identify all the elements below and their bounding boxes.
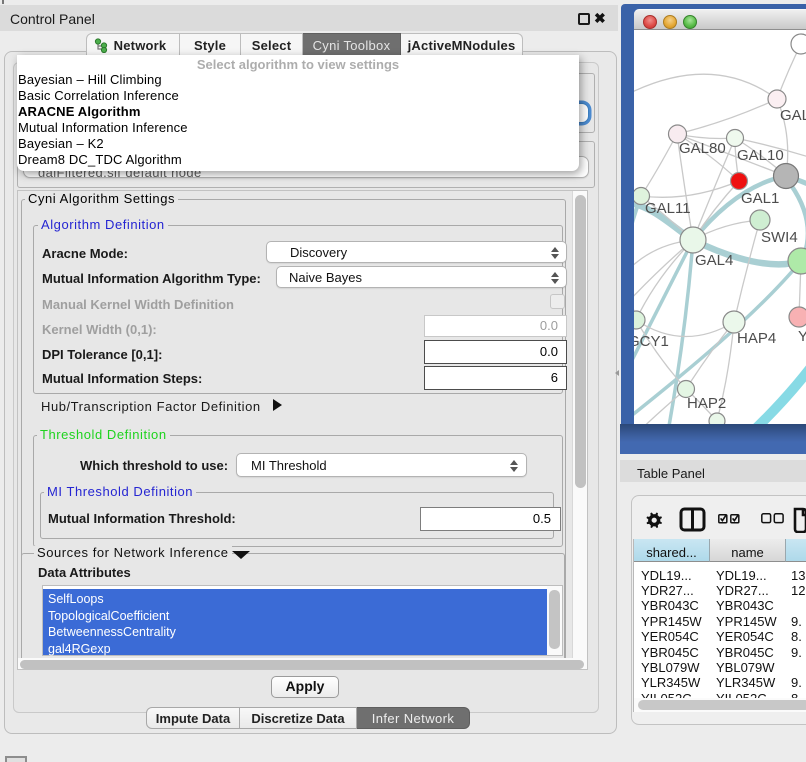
svg-text:GAL1: GAL1 xyxy=(741,190,779,207)
svg-text:GAL: GAL xyxy=(780,107,806,124)
svg-text:Y: Y xyxy=(798,328,806,345)
svg-text:GAL4: GAL4 xyxy=(695,252,733,269)
svg-text:GCY1: GCY1 xyxy=(634,333,669,350)
svg-text:GAL10: GAL10 xyxy=(737,147,784,164)
svg-text:SWI4: SWI4 xyxy=(761,229,798,246)
svg-text:GAL11: GAL11 xyxy=(645,200,691,217)
svg-text:HAP4: HAP4 xyxy=(737,330,776,347)
svg-text:HAP2: HAP2 xyxy=(687,395,726,412)
svg-text:GAL80: GAL80 xyxy=(679,140,726,157)
